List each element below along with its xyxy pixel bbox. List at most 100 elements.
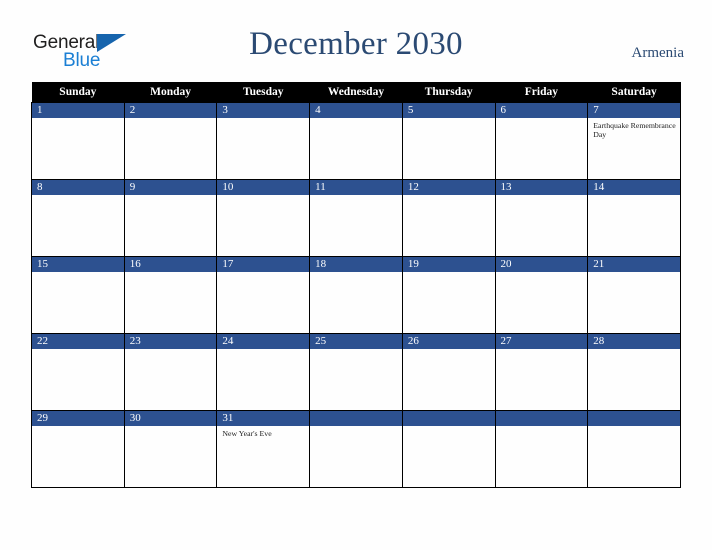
day-events: New Year's Eve xyxy=(217,426,309,438)
day-number: 5 xyxy=(402,103,495,118)
day-cell-inner: 31 New Year's Eve xyxy=(217,411,310,487)
calendar-day-cell[interactable]: 9 xyxy=(123,179,218,257)
weekday-header-sunday: Sunday xyxy=(31,82,125,103)
calendar-day-cell[interactable]: 11 xyxy=(309,179,403,257)
calendar-day-cell[interactable]: 16 xyxy=(123,256,218,334)
calendar-day-cell[interactable]: 13 xyxy=(494,179,589,257)
day-cell-inner: 13 xyxy=(495,180,588,256)
calendar-day-cell[interactable]: 23 xyxy=(123,333,218,411)
calendar-day-cell[interactable]: 5 xyxy=(401,102,496,180)
calendar-day-cell[interactable]: 12 xyxy=(401,179,496,257)
calendar-day-cell[interactable]: 26 xyxy=(401,333,496,411)
day-number: 17 xyxy=(217,257,310,272)
day-cell-inner: 18 xyxy=(310,257,402,333)
day-cell-inner: 12 xyxy=(402,180,495,256)
event-label: New Year's Eve xyxy=(222,429,272,438)
calendar-day-cell[interactable]: 20 xyxy=(494,256,589,334)
calendar-day-cell[interactable]: 14 xyxy=(587,179,681,257)
day-number: 18 xyxy=(310,257,402,272)
calendar-week-row: 1 2 3 4 5 6 7 Earthquake Remembrance Day xyxy=(31,102,681,180)
calendar-day-cell[interactable]: 31 New Year's Eve xyxy=(216,410,311,488)
calendar-day-cell[interactable]: 6 xyxy=(494,102,589,180)
day-number: 11 xyxy=(310,180,402,195)
calendar-day-cell[interactable]: 21 xyxy=(587,256,681,334)
day-cell-inner: 3 xyxy=(217,103,310,179)
day-number: 2 xyxy=(124,103,217,118)
day-cell-inner: 21 xyxy=(588,257,680,333)
day-number: 3 xyxy=(217,103,310,118)
day-number: 29 xyxy=(32,411,124,426)
calendar-day-cell[interactable]: 18 xyxy=(309,256,403,334)
calendar-day-cell[interactable]: 15 xyxy=(31,256,125,334)
calendar-week-row: 15 16 17 18 19 20 21 xyxy=(31,256,681,334)
calendar-day-cell[interactable]: 2 xyxy=(123,102,218,180)
calendar-grid: Sunday Monday Tuesday Wednesday Thursday Frid… xyxy=(31,82,681,488)
day-events: Earthquake Remembrance Day xyxy=(588,118,680,139)
calendar-day-cell[interactable]: 27 xyxy=(494,333,589,411)
day-cell-inner: 29 xyxy=(32,411,124,487)
calendar-day-cell[interactable]: 22 xyxy=(31,333,125,411)
day-number: 22 xyxy=(32,334,124,349)
calendar-week-row: 29 30 31 New Year's Eve xyxy=(31,410,681,488)
day-cell-inner: 2 xyxy=(124,103,217,179)
day-cell-inner: 16 xyxy=(124,257,217,333)
day-number: 12 xyxy=(402,180,495,195)
weekday-header-thursday: Thursday xyxy=(402,82,496,103)
day-number: 14 xyxy=(588,180,680,195)
day-cell-inner: 15 xyxy=(32,257,124,333)
weekday-header-wednesday: Wednesday xyxy=(309,82,403,103)
day-number: 31 xyxy=(217,411,310,426)
day-number: 25 xyxy=(310,334,402,349)
calendar-day-cell[interactable]: 30 xyxy=(123,410,218,488)
weekday-header-tuesday: Tuesday xyxy=(216,82,310,103)
day-cell-inner: 26 xyxy=(402,334,495,410)
calendar-day-cell[interactable]: 25 xyxy=(309,333,403,411)
calendar-week-row: 22 23 24 25 26 27 28 xyxy=(31,333,681,411)
day-number: 4 xyxy=(310,103,402,118)
day-number: 21 xyxy=(588,257,680,272)
calendar-week-row: 8 9 10 11 12 13 14 xyxy=(31,179,681,257)
calendar-day-cell[interactable]: 24 xyxy=(216,333,311,411)
day-number xyxy=(495,411,588,426)
calendar-day-cell[interactable]: 8 xyxy=(31,179,125,257)
calendar-day-cell[interactable]: 17 xyxy=(216,256,311,334)
day-cell-inner xyxy=(495,411,588,487)
day-cell-inner: 22 xyxy=(32,334,124,410)
page-title: December 2030 xyxy=(249,26,463,62)
day-number: 26 xyxy=(402,334,495,349)
day-cell-inner xyxy=(310,411,402,487)
day-number: 19 xyxy=(402,257,495,272)
day-cell-inner: 10 xyxy=(217,180,310,256)
day-cell-inner: 7 Earthquake Remembrance Day xyxy=(588,103,680,179)
day-number: 24 xyxy=(217,334,310,349)
calendar-day-cell[interactable]: 4 xyxy=(309,102,403,180)
day-cell-inner: 9 xyxy=(124,180,217,256)
calendar-day-cell[interactable]: 1 xyxy=(31,102,125,180)
calendar-day-cell[interactable]: 10 xyxy=(216,179,311,257)
calendar-day-cell[interactable]: 28 xyxy=(587,333,681,411)
day-cell-inner: 4 xyxy=(310,103,402,179)
calendar-day-cell[interactable]: 3 xyxy=(216,102,311,180)
calendar-day-cell[interactable]: 29 xyxy=(31,410,125,488)
calendar-empty-cell xyxy=(401,410,496,488)
day-number xyxy=(588,411,680,426)
day-cell-inner: 6 xyxy=(495,103,588,179)
calendar-empty-cell xyxy=(494,410,589,488)
day-cell-inner xyxy=(588,411,680,487)
day-number: 28 xyxy=(588,334,680,349)
day-cell-inner: 23 xyxy=(124,334,217,410)
country-label: Armenia xyxy=(631,45,684,61)
calendar-day-cell[interactable]: 19 xyxy=(401,256,496,334)
day-number: 16 xyxy=(124,257,217,272)
calendar-body: 1 2 3 4 5 6 7 Earthquake Remembrance Day 8 9 10 11 1… xyxy=(31,102,681,488)
day-number: 10 xyxy=(217,180,310,195)
day-number: 15 xyxy=(32,257,124,272)
day-number xyxy=(402,411,495,426)
day-number: 23 xyxy=(124,334,217,349)
day-cell-inner: 28 xyxy=(588,334,680,410)
day-cell-inner: 19 xyxy=(402,257,495,333)
day-cell-inner: 17 xyxy=(217,257,310,333)
day-number xyxy=(310,411,402,426)
day-number: 1 xyxy=(32,103,124,118)
calendar-day-cell[interactable]: 7 Earthquake Remembrance Day xyxy=(587,102,681,180)
